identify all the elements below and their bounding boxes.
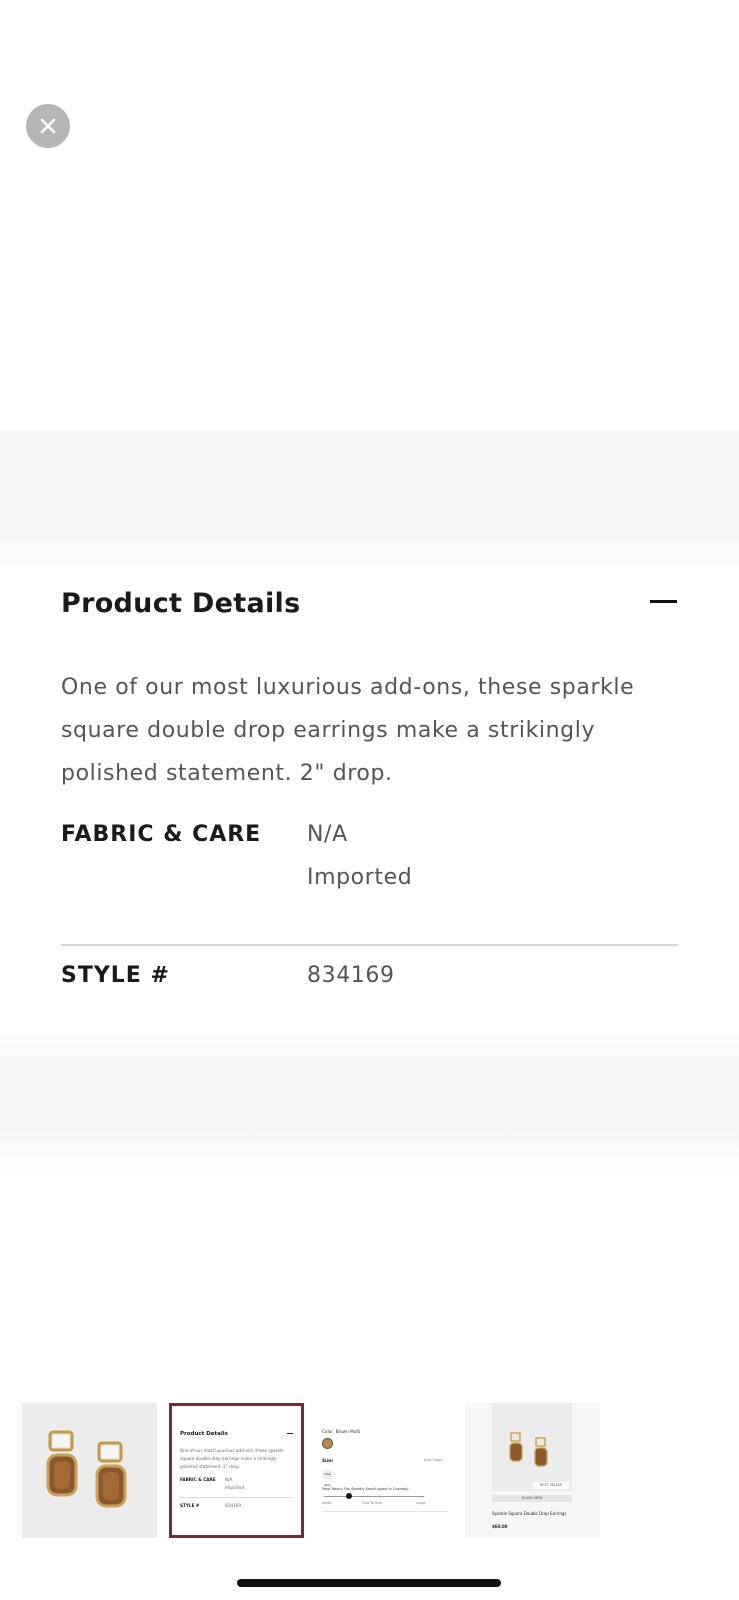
thumb-fit-large: Large (416, 1501, 426, 1505)
thumb-style-label: STYLE # (180, 1503, 200, 1508)
thumbnail-earrings-photo[interactable] (22, 1403, 157, 1538)
thumb-fit-small: Small (322, 1501, 332, 1505)
product-details-title: Product Details (61, 588, 301, 619)
thumbnail-strip: Product Details One of our most luxuriou… (22, 1403, 618, 1538)
thumb-color-swatch (322, 1438, 333, 1449)
thumb-size-chart-link: Size Chart (424, 1458, 443, 1462)
thumb-size-label: Size: (322, 1458, 334, 1463)
thumb-fabric-label: FABRIC & CARE (180, 1477, 216, 1482)
thumb-earrings-image (509, 1432, 548, 1467)
fabric-care-value-1: N/A (307, 822, 348, 847)
image-backdrop-bottom (0, 1035, 739, 1175)
thumb-product-name: Sparkle Square Double Drop Earrings (492, 1511, 567, 1516)
product-description: One of our most luxurious add-ons, these… (61, 675, 635, 786)
divider (61, 944, 678, 946)
thumb-fit-scale (324, 1496, 424, 1497)
home-indicator (237, 1579, 501, 1587)
thumb-quick-view-button: QUICK VIEW (492, 1495, 572, 1502)
thumb-color-label: Color: Brown Multi (322, 1429, 361, 1434)
thumb-bottom-divider (322, 1511, 447, 1512)
close-icon (40, 118, 56, 134)
thumbnail-color-size[interactable]: Color: Brown Multi Size: Size Chart One … (317, 1403, 452, 1538)
thumb-details-title: Product Details (180, 1431, 228, 1437)
thumbnail-product-details[interactable]: Product Details One of our most luxuriou… (169, 1403, 304, 1538)
product-details-panel: Product Details One of our most luxuriou… (0, 566, 739, 1036)
thumb-card-image (492, 1403, 572, 1491)
thumb-size-option: One Size (322, 1469, 333, 1487)
thumb-minus-icon (287, 1433, 293, 1434)
thumb-style-value: 834169 (225, 1503, 241, 1508)
thumb-fabric-value-2: Imported (225, 1485, 245, 1490)
thumb-fit-true: True To Size (362, 1501, 382, 1505)
thumbnail-product-card[interactable]: BEST SELLER QUICK VIEW Sparkle Square Do… (465, 1403, 600, 1538)
fabric-care-value-2: Imported (307, 865, 413, 890)
style-number-label: STYLE # (61, 963, 170, 988)
image-backdrop-top (0, 430, 739, 568)
close-button[interactable] (26, 104, 70, 148)
earrings-image (22, 1403, 157, 1538)
thumb-fit-note: Most Reach Fits Slightly Small (sized in… (322, 1487, 409, 1491)
thumb-product-price: $60.00 (492, 1524, 508, 1529)
thumb-best-seller-badge: BEST SELLER (533, 1482, 569, 1489)
style-number-value: 834169 (307, 963, 395, 988)
thumb-divider (180, 1497, 293, 1498)
fabric-care-label: FABRIC & CARE (61, 822, 262, 847)
collapse-minus-icon[interactable] (650, 600, 677, 603)
thumb-details-text: One of our most luxurious add-ons, these… (180, 1448, 284, 1469)
thumb-fit-marker (346, 1493, 352, 1499)
thumb-fabric-value-1: N/A (225, 1477, 233, 1482)
